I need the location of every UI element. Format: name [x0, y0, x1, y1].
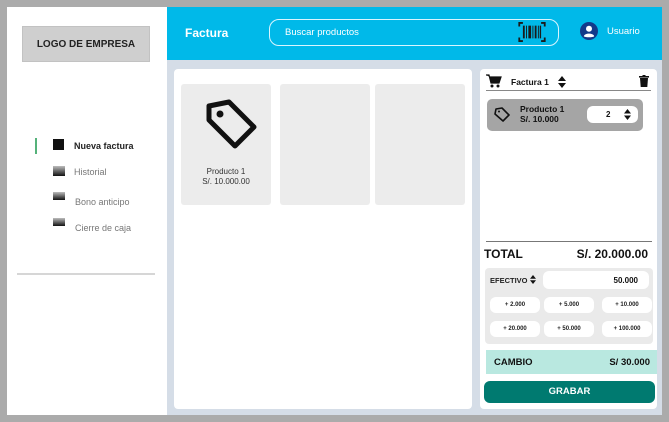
app-window: LOGO DE EMPRESA Nueva factura Historial …	[7, 7, 662, 415]
product-card[interactable]: Producto 1 S/. 10.000.00	[181, 84, 271, 205]
save-button[interactable]: GRABAR	[484, 381, 655, 403]
cart-icon	[486, 74, 502, 88]
quick-amount-button[interactable]: + 2.000	[490, 297, 540, 313]
products-panel: Producto 1 S/. 10.000.00	[174, 69, 472, 409]
quick-amount-button[interactable]: + 100.000	[602, 321, 652, 337]
bonus-icon	[53, 192, 65, 200]
paid-amount-value: 50.000	[613, 276, 638, 285]
history-icon	[53, 166, 65, 176]
change-label: CAMBIO	[494, 357, 533, 368]
payment-section: EFECTIVO 50.000 + 2.000 + 5.000 + 10.000…	[485, 268, 653, 344]
top-bar: Factura Buscar productos Usuario	[167, 7, 662, 60]
user-name[interactable]: Usuario	[607, 26, 640, 37]
invoice-item-name: Producto 1	[520, 104, 565, 114]
quantity-value: 2	[606, 110, 611, 119]
quick-amount-button[interactable]: + 5.000	[544, 297, 594, 313]
change-value: S/ 30.000	[609, 357, 650, 368]
payment-method-select[interactable]: EFECTIVO	[490, 276, 528, 285]
quick-amount-button[interactable]: + 10.000	[602, 297, 652, 313]
sort-icon[interactable]	[558, 76, 566, 88]
sidebar-item-label: Historial	[74, 167, 107, 177]
product-price: S/. 10.000.00	[202, 177, 250, 186]
active-indicator	[35, 138, 37, 154]
quick-amount-button[interactable]: + 50.000	[544, 321, 594, 337]
barcode-scan-icon[interactable]	[517, 22, 547, 42]
page-title: Factura	[185, 26, 229, 40]
total-label: TOTAL	[484, 247, 523, 261]
invoice-panel: Factura 1 Producto 1 S/. 10.000 2 TOTAL …	[480, 69, 657, 409]
stepper-arrows-icon[interactable]	[624, 109, 631, 120]
user-avatar-icon[interactable]	[580, 22, 598, 40]
sidebar-item-label: Cierre de caja	[75, 223, 132, 233]
tag-icon	[494, 107, 510, 122]
quantity-stepper[interactable]: 2	[587, 106, 638, 123]
total-divider	[486, 241, 652, 242]
sidebar-divider	[17, 273, 155, 275]
product-card[interactable]	[280, 84, 370, 205]
main-area: Factura Buscar productos Usuario Product…	[167, 7, 662, 415]
sidebar-item-label: Nueva factura	[74, 141, 134, 151]
change-row: CAMBIO S/ 30.000	[486, 350, 657, 374]
invoice-item[interactable]: Producto 1 S/. 10.000 2	[487, 99, 643, 131]
invoice-item-price: S/. 10.000	[520, 114, 559, 124]
quick-amount-button[interactable]: + 20.000	[490, 321, 540, 337]
search-input[interactable]: Buscar productos	[269, 19, 559, 46]
total-value: S/. 20.000.00	[576, 247, 648, 261]
invoice-selector[interactable]: Factura 1	[511, 77, 549, 87]
sort-icon[interactable]	[530, 275, 536, 284]
paid-amount-input[interactable]: 50.000	[543, 271, 649, 289]
search-placeholder: Buscar productos	[285, 27, 359, 38]
company-logo: LOGO DE EMPRESA	[22, 26, 150, 62]
invoice-icon	[53, 139, 64, 150]
cash-register-icon	[53, 218, 65, 226]
tag-icon	[206, 99, 257, 149]
product-name: Producto 1	[206, 167, 246, 176]
sidebar: LOGO DE EMPRESA Nueva factura Historial …	[7, 7, 167, 415]
trash-icon[interactable]	[639, 75, 649, 87]
product-card[interactable]	[375, 84, 465, 205]
invoice-header: Factura 1	[486, 73, 651, 91]
sidebar-item-label: Bono anticipo	[75, 197, 130, 207]
